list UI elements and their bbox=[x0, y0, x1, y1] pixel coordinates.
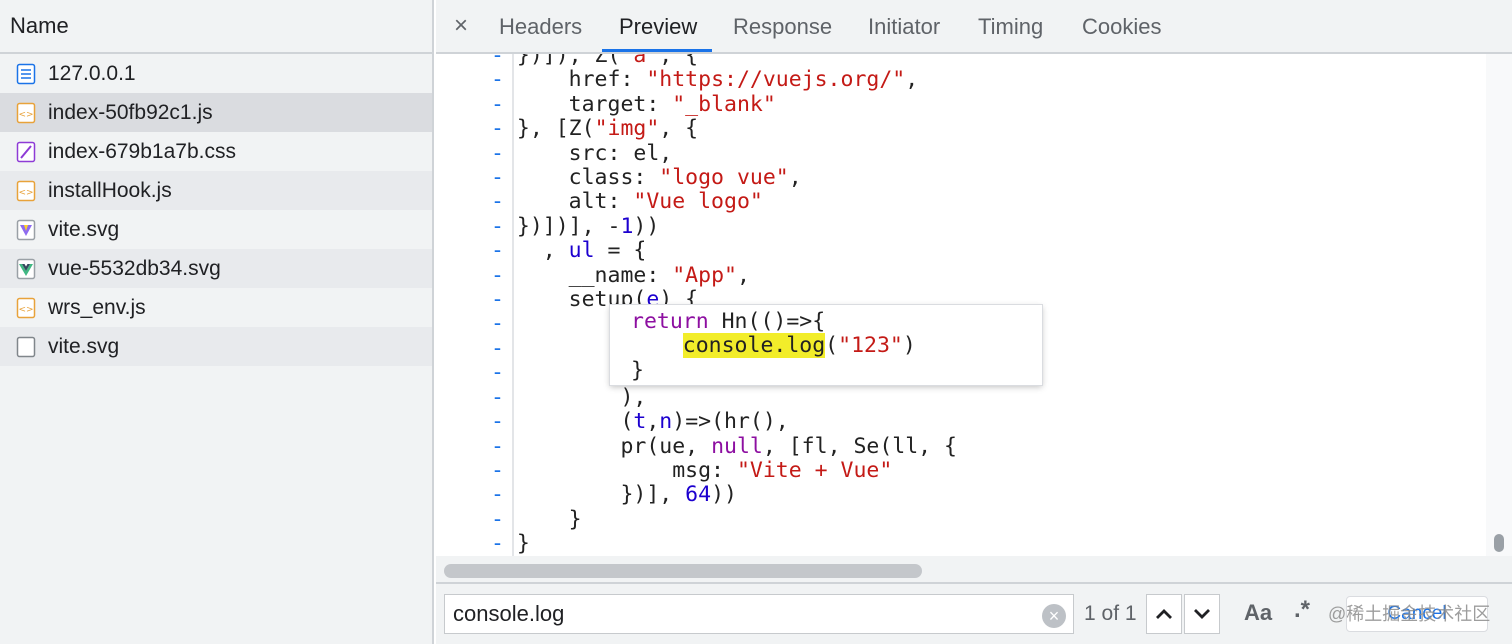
script-file-icon: <> bbox=[16, 297, 36, 318]
request-row-index-css[interactable]: index-679b1a7b.css bbox=[0, 132, 432, 171]
vite-logo-icon bbox=[16, 219, 36, 240]
match-count: 1 of 1 bbox=[1084, 602, 1137, 625]
next-match-button[interactable] bbox=[1184, 594, 1220, 634]
request-row-index-js[interactable]: <> index-50fb92c1.js bbox=[0, 93, 432, 132]
close-icon[interactable]: × bbox=[450, 12, 472, 40]
request-name: vite.svg bbox=[48, 334, 120, 358]
tab-cookies[interactable]: Cookies bbox=[1082, 14, 1161, 40]
search-input[interactable] bbox=[444, 594, 1074, 634]
vertical-scroll-thumb[interactable] bbox=[1494, 534, 1504, 552]
svg-text:<>: <> bbox=[18, 110, 33, 120]
stylesheet-file-icon bbox=[16, 141, 36, 162]
search-match-popover: return Hn(()=>{ console.log("123") } bbox=[610, 305, 1042, 385]
request-name: wrs_env.js bbox=[48, 295, 146, 319]
tab-initiator[interactable]: Initiator bbox=[868, 14, 940, 40]
clear-search-icon[interactable]: × bbox=[1042, 604, 1066, 628]
request-row-127-0-0-1[interactable]: 127.0.0.1 bbox=[0, 54, 432, 93]
chevron-down-icon bbox=[1194, 609, 1210, 619]
horizontal-scrollbar[interactable] bbox=[436, 556, 1512, 584]
source-preview[interactable]: - })]), Z("a", { - href: "https://vuejs.… bbox=[436, 54, 1486, 556]
request-row-wrs-env-js[interactable]: <> wrs_env.js bbox=[0, 288, 432, 327]
svg-text:<>: <> bbox=[18, 188, 33, 198]
request-name: vue-5532db34.svg bbox=[48, 256, 221, 280]
request-name: installHook.js bbox=[48, 178, 172, 202]
regex-toggle[interactable]: .* bbox=[1294, 596, 1310, 624]
name-column-header[interactable]: Name bbox=[0, 0, 432, 54]
script-file-icon: <> bbox=[16, 102, 36, 123]
tab-response[interactable]: Response bbox=[733, 14, 832, 40]
match-case-toggle[interactable]: Aa bbox=[1244, 600, 1272, 626]
request-row-vite-svg[interactable]: vite.svg bbox=[0, 210, 432, 249]
script-file-icon: <> bbox=[16, 180, 36, 201]
document-icon bbox=[16, 63, 36, 84]
detail-tab-bar: × Headers Preview Response Initiator Tim… bbox=[436, 0, 1512, 54]
request-name: index-679b1a7b.css bbox=[48, 139, 236, 163]
vertical-scrollbar[interactable] bbox=[1486, 54, 1512, 556]
request-row-installhook-js[interactable]: <> installHook.js bbox=[0, 171, 432, 210]
tab-timing[interactable]: Timing bbox=[978, 14, 1043, 40]
request-name: vite.svg bbox=[48, 217, 120, 241]
request-name: 127.0.0.1 bbox=[48, 61, 136, 85]
tab-headers[interactable]: Headers bbox=[499, 14, 582, 40]
request-list: 127.0.0.1 <> index-50fb92c1.js index-679… bbox=[0, 54, 432, 366]
popover-code: return Hn(()=>{ console.log("123") } bbox=[631, 309, 916, 383]
blank-file-icon bbox=[16, 336, 36, 357]
request-name: index-50fb92c1.js bbox=[48, 100, 213, 124]
request-row-vite-svg-2[interactable]: vite.svg bbox=[0, 327, 432, 366]
request-detail-panel: × Headers Preview Response Initiator Tim… bbox=[436, 0, 1512, 644]
chevron-up-icon bbox=[1156, 609, 1172, 619]
request-list-panel: Name 127.0.0.1 <> index-50fb92c1.js inde… bbox=[0, 0, 434, 644]
horizontal-scroll-thumb[interactable] bbox=[444, 564, 922, 578]
tab-preview[interactable]: Preview bbox=[619, 14, 697, 40]
svg-text:<>: <> bbox=[18, 305, 33, 315]
request-row-vue-svg[interactable]: vue-5532db34.svg bbox=[0, 249, 432, 288]
previous-match-button[interactable] bbox=[1146, 594, 1182, 634]
vue-logo-icon bbox=[16, 258, 36, 279]
active-tab-indicator bbox=[602, 49, 712, 52]
watermark: @稀土掘金技术社区 bbox=[1328, 604, 1491, 624]
